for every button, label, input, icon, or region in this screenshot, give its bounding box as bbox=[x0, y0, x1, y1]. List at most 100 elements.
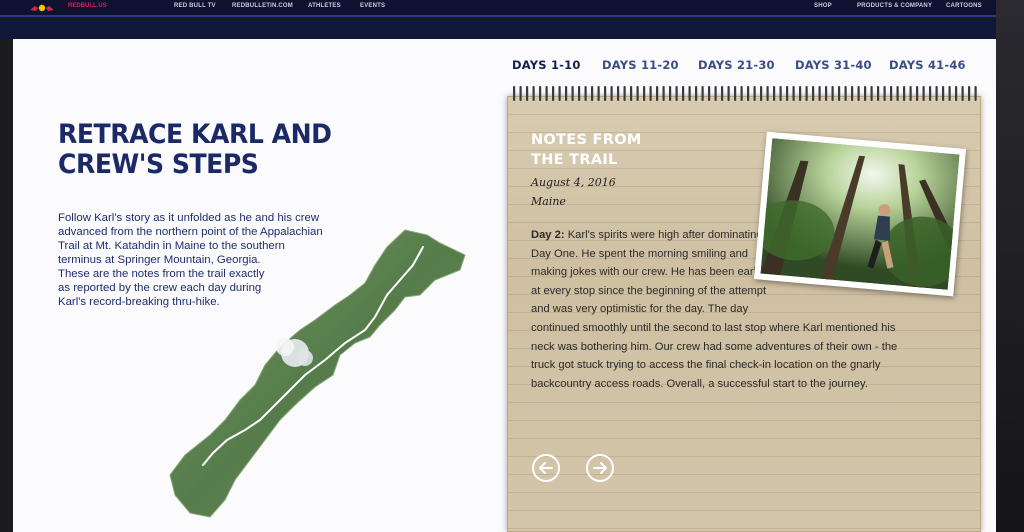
spiral-ring bbox=[877, 86, 880, 101]
spiral-ring bbox=[552, 86, 555, 101]
spiral-ring bbox=[519, 86, 522, 101]
spiral-ring bbox=[883, 86, 886, 101]
page-title: RETRACE KARL AND CREW'S STEPS bbox=[58, 120, 337, 180]
spiral-ring bbox=[623, 86, 626, 101]
note-line: truck got stuck trying to access the fin… bbox=[531, 359, 881, 372]
spiral-ring bbox=[656, 86, 659, 101]
spiral-ring bbox=[929, 86, 932, 101]
spiral-ring bbox=[805, 86, 808, 101]
nav-link-red-bull-tv[interactable]: RED BULL TV bbox=[174, 3, 216, 9]
spiral-ring bbox=[948, 86, 951, 101]
spiral-ring bbox=[734, 86, 737, 101]
spiral-ring bbox=[779, 86, 782, 101]
nav-link-redbulletin[interactable]: REDBULLETIN.COM bbox=[232, 3, 293, 9]
spiral-ring bbox=[955, 86, 958, 101]
tab-days-1-10[interactable]: DAYS 1-10 bbox=[512, 58, 581, 72]
spiral-ring bbox=[747, 86, 750, 101]
spiral-ring bbox=[786, 86, 789, 101]
spiral-ring bbox=[844, 86, 847, 101]
top-navigation: REDBULL.US RED BULL TV REDBULLETIN.COM A… bbox=[0, 0, 996, 17]
spiral-ring bbox=[864, 86, 867, 101]
spiral-ring bbox=[812, 86, 815, 101]
note-line-text: Karl's spirits were high after dominatin… bbox=[564, 229, 763, 241]
spiral-ring bbox=[708, 86, 711, 101]
tab-days-21-30[interactable]: DAYS 21-30 bbox=[698, 58, 775, 72]
spiral-ring bbox=[818, 86, 821, 101]
spiral-ring bbox=[571, 86, 574, 101]
spiral-ring bbox=[513, 86, 516, 101]
spiral-ring bbox=[682, 86, 685, 101]
spiral-ring bbox=[714, 86, 717, 101]
spiral-ring bbox=[968, 86, 971, 101]
tab-days-11-20[interactable]: DAYS 11-20 bbox=[602, 58, 679, 72]
spiral-ring bbox=[701, 86, 704, 101]
spiral-ring bbox=[935, 86, 938, 101]
page-edge bbox=[996, 0, 1024, 532]
nav-link-products-company[interactable]: PRODUCTS & COMPANY bbox=[857, 3, 932, 9]
nav-link-athletes[interactable]: ATHLETES bbox=[308, 3, 341, 9]
spiral-ring bbox=[636, 86, 639, 101]
notes-title: NOTES FROM THE TRAIL bbox=[531, 130, 691, 170]
spiral-ring bbox=[649, 86, 652, 101]
spiral-ring bbox=[903, 86, 906, 101]
spiral-binding bbox=[513, 86, 977, 101]
spiral-ring bbox=[760, 86, 763, 101]
spiral-ring bbox=[565, 86, 568, 101]
spiral-ring bbox=[695, 86, 698, 101]
spiral-ring bbox=[675, 86, 678, 101]
nav-link-cartoons[interactable]: CARTOONS bbox=[946, 3, 982, 9]
spiral-ring bbox=[558, 86, 561, 101]
spiral-ring bbox=[669, 86, 672, 101]
page-title-line-1: RETRACE KARL AND bbox=[58, 119, 332, 150]
spiral-ring bbox=[662, 86, 665, 101]
spiral-ring bbox=[825, 86, 828, 101]
notes-title-line-2: THE TRAIL bbox=[531, 152, 618, 168]
spiral-ring bbox=[532, 86, 535, 101]
spiral-ring bbox=[851, 86, 854, 101]
next-button[interactable] bbox=[586, 454, 614, 482]
tab-days-41-46[interactable]: DAYS 41-46 bbox=[889, 58, 966, 72]
arrow-right-icon bbox=[593, 462, 607, 474]
spiral-ring bbox=[591, 86, 594, 101]
nav-link-shop[interactable]: SHOP bbox=[814, 3, 832, 9]
spiral-ring bbox=[942, 86, 945, 101]
note-line: continued smoothly until the second to l… bbox=[531, 321, 896, 334]
spiral-ring bbox=[727, 86, 730, 101]
spiral-ring bbox=[617, 86, 620, 101]
spiral-ring bbox=[831, 86, 834, 101]
spiral-ring bbox=[539, 86, 542, 101]
spiral-ring bbox=[890, 86, 893, 101]
red-bull-logo[interactable] bbox=[28, 2, 56, 14]
spiral-ring bbox=[740, 86, 743, 101]
note-line: neck was bothering him. Our crew had som… bbox=[531, 340, 898, 353]
spiral-ring bbox=[896, 86, 899, 101]
spiral-ring bbox=[753, 86, 756, 101]
note-line: and was very optimistic for the day. The… bbox=[531, 303, 749, 316]
arrow-left-icon bbox=[539, 462, 553, 474]
forest-runner-image bbox=[760, 138, 960, 290]
spiral-ring bbox=[792, 86, 795, 101]
previous-button[interactable] bbox=[532, 454, 560, 482]
spiral-ring bbox=[643, 86, 646, 101]
spiral-ring bbox=[688, 86, 691, 101]
nav-link-events[interactable]: EVENTS bbox=[360, 3, 385, 9]
brand-link[interactable]: REDBULL.US bbox=[68, 3, 107, 9]
page-title-line-2: CREW'S STEPS bbox=[58, 149, 259, 180]
spiral-ring bbox=[909, 86, 912, 101]
spiral-ring bbox=[597, 86, 600, 101]
spiral-ring bbox=[604, 86, 607, 101]
spiral-ring bbox=[773, 86, 776, 101]
header-band bbox=[0, 19, 996, 39]
spiral-ring bbox=[857, 86, 860, 101]
tab-days-31-40[interactable]: DAYS 31-40 bbox=[795, 58, 872, 72]
spiral-ring bbox=[838, 86, 841, 101]
trail-photo bbox=[753, 131, 967, 297]
spiral-ring bbox=[584, 86, 587, 101]
spiral-ring bbox=[630, 86, 633, 101]
spiral-ring bbox=[870, 86, 873, 101]
spiral-ring bbox=[545, 86, 548, 101]
spiral-ring bbox=[526, 86, 529, 101]
note-line: backcountry access roads. Overall, a suc… bbox=[531, 377, 868, 390]
day-label: Day 2: bbox=[531, 229, 565, 241]
spiral-ring bbox=[799, 86, 802, 101]
